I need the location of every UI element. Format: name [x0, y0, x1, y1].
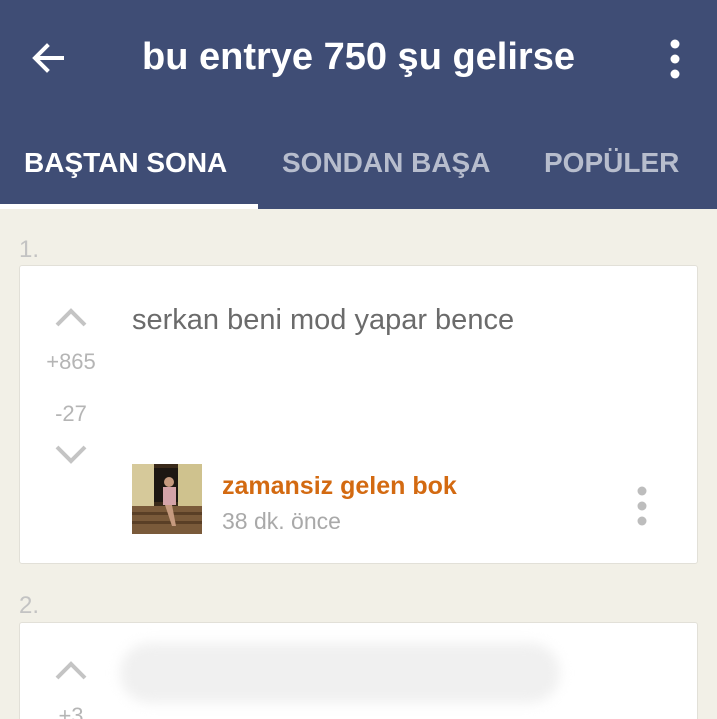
app-bar: bu entrye 750 şu gelirse — [0, 0, 717, 121]
author-name[interactable]: zamansiz gelen bok — [222, 472, 457, 501]
page-title: bu entrye 750 şu gelirse — [142, 36, 575, 78]
chevron-down-icon[interactable] — [54, 444, 88, 466]
avatar[interactable] — [132, 464, 202, 534]
more-vertical-icon[interactable] — [664, 38, 686, 80]
entry-text: serkan beni mod yapar bence — [132, 304, 515, 336]
entry-time[interactable]: 38 dk. önce — [222, 508, 341, 535]
chevron-up-icon[interactable] — [54, 306, 88, 328]
upvote-count: +865 — [46, 349, 96, 374]
chevron-up-icon[interactable] — [54, 659, 88, 681]
blurred-entry-text — [120, 643, 560, 703]
tab-bastan-sona[interactable]: BAŞTAN SONA — [24, 147, 227, 179]
entry-number: 2. — [19, 592, 40, 619]
upvote-count: +3 — [58, 703, 84, 719]
entry-card: +865 -27 serkan beni mod yapar bence zam… — [19, 265, 698, 564]
tab-sondan-basa[interactable]: SONDAN BAŞA — [282, 147, 490, 179]
entry-card: +3 — [19, 622, 698, 719]
more-vertical-icon[interactable] — [632, 486, 652, 528]
tab-populer[interactable]: POPÜLER — [544, 147, 679, 179]
active-tab-indicator — [0, 204, 258, 209]
entry-number: 1. — [19, 236, 40, 263]
downvote-count: -27 — [55, 401, 87, 426]
tab-bar: BAŞTAN SONA SONDAN BAŞA POPÜLER — [0, 121, 717, 209]
